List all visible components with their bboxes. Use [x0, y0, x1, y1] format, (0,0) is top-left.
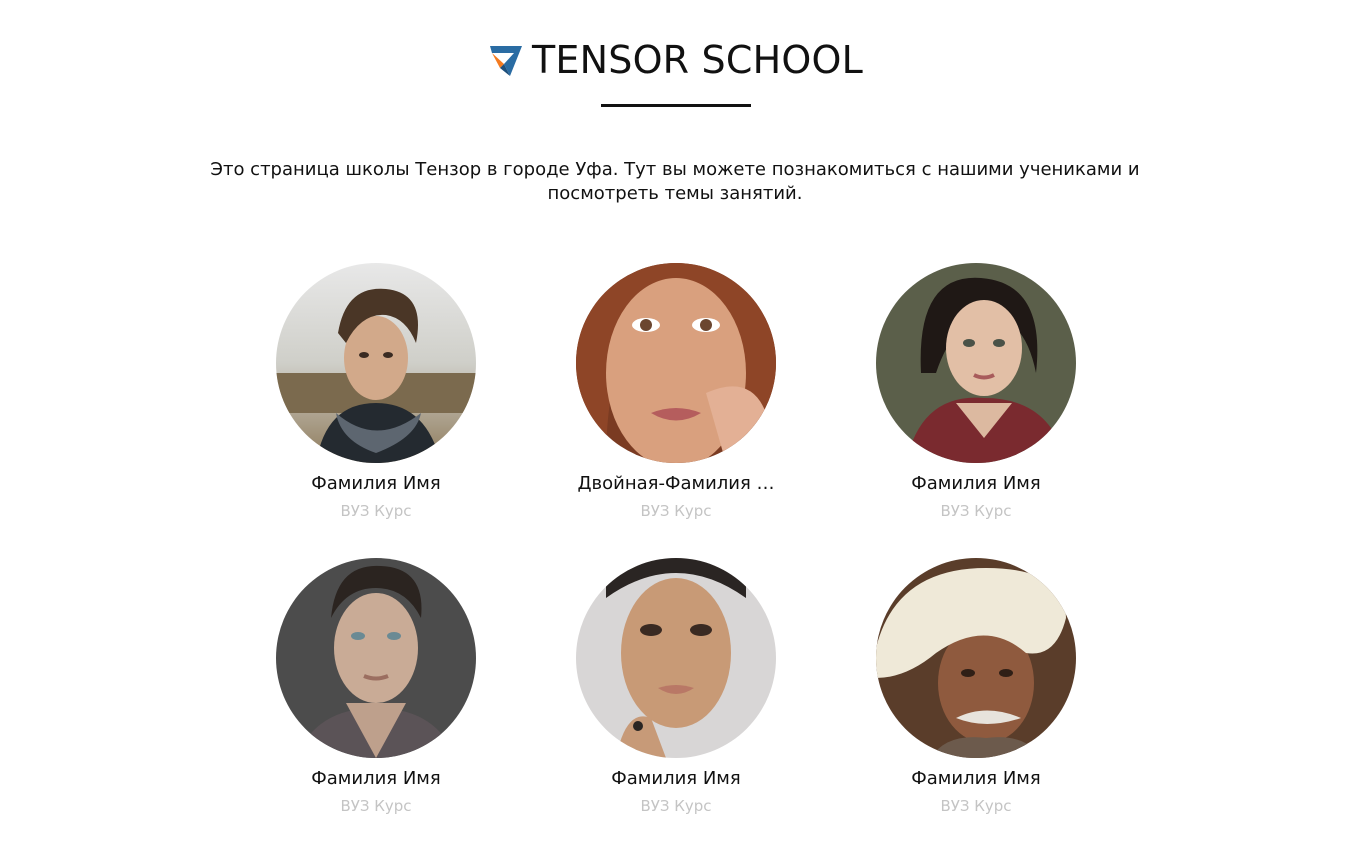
- students-grid: Фамилия Имя ВУЗ Курс Двойная-Фамилия … В…: [226, 263, 1126, 851]
- student-photo[interactable]: [576, 263, 776, 463]
- student-card[interactable]: Фамилия Имя ВУЗ Курс: [226, 558, 526, 851]
- student-name[interactable]: Фамилия Имя: [261, 472, 491, 496]
- student-meta: ВУЗ Курс: [340, 797, 412, 815]
- student-name[interactable]: Фамилия Имя: [261, 767, 491, 791]
- student-card[interactable]: Фамилия Имя ВУЗ Курс: [826, 558, 1126, 851]
- intro-text: Это страница школы Тензор в городе Уфа. …: [210, 159, 1140, 204]
- student-name[interactable]: Двойная-Фамилия …: [561, 472, 791, 496]
- header: TENSOR SCHOOL: [0, 36, 1351, 84]
- student-name[interactable]: Фамилия Имя: [861, 767, 1091, 791]
- student-name[interactable]: Фамилия Имя: [561, 767, 791, 791]
- student-card[interactable]: Фамилия Имя ВУЗ Курс: [526, 558, 826, 851]
- student-photo[interactable]: [876, 558, 1076, 758]
- tensor-logo-icon[interactable]: [488, 44, 524, 78]
- student-photo[interactable]: [876, 263, 1076, 463]
- student-meta: ВУЗ Курс: [340, 502, 412, 520]
- student-name[interactable]: Фамилия Имя: [861, 472, 1091, 496]
- student-photo[interactable]: [276, 558, 476, 758]
- student-meta: ВУЗ Курс: [940, 797, 1012, 815]
- page: TENSOR SCHOOL Это страница школы Тензор …: [0, 0, 1351, 851]
- title-divider: [601, 104, 751, 107]
- student-photo[interactable]: [276, 263, 476, 463]
- student-card[interactable]: Фамилия Имя ВУЗ Курс: [826, 263, 1126, 558]
- student-meta: ВУЗ Курс: [940, 502, 1012, 520]
- student-meta: ВУЗ Курс: [640, 502, 712, 520]
- student-card[interactable]: Двойная-Фамилия … ВУЗ Курс: [526, 263, 826, 558]
- student-photo[interactable]: [576, 558, 776, 758]
- site-title[interactable]: TENSOR SCHOOL: [532, 36, 863, 84]
- student-card[interactable]: Фамилия Имя ВУЗ Курс: [226, 263, 526, 558]
- student-meta: ВУЗ Курс: [640, 797, 712, 815]
